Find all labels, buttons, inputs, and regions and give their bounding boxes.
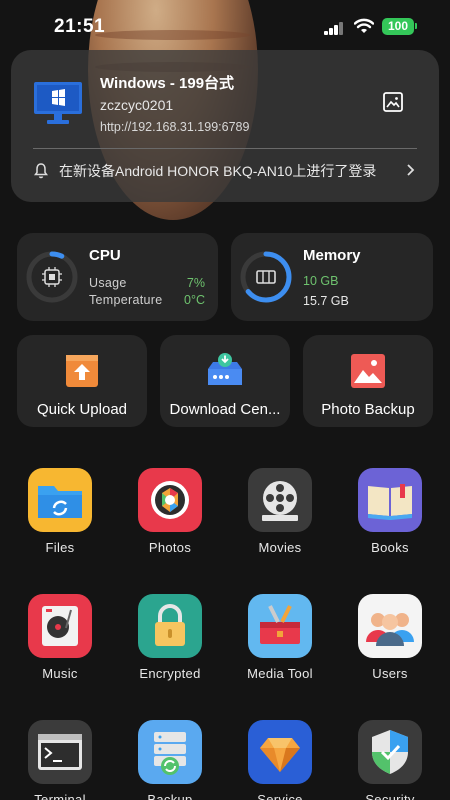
cpu-title: CPU bbox=[89, 247, 121, 264]
device-username: zczcyc0201 bbox=[100, 97, 174, 113]
device-url[interactable]: http://192.168.31.199:6789 bbox=[100, 120, 249, 134]
app-users-label: Users bbox=[372, 666, 408, 681]
login-notice-row[interactable]: 在新设备Android HONOR BKQ-AN10上进行了登录 bbox=[33, 158, 417, 184]
app-terminal[interactable]: Terminal bbox=[10, 720, 110, 800]
chevron-right-icon[interactable] bbox=[405, 163, 415, 177]
login-notice-text: 在新设备Android HONOR BKQ-AN10上进行了登录 bbox=[59, 163, 377, 179]
status-time: 21:51 bbox=[54, 16, 106, 37]
quick-upload-label: Quick Upload bbox=[36, 401, 128, 418]
wifi-icon bbox=[354, 18, 374, 33]
bell-icon bbox=[34, 163, 48, 179]
service-icon bbox=[248, 720, 312, 784]
download-center-button[interactable]: Download Cen... bbox=[160, 335, 290, 427]
download-center-icon bbox=[208, 353, 242, 385]
memory-total-value: 15.7 GB bbox=[303, 294, 349, 308]
books-icon bbox=[358, 468, 422, 532]
memory-title: Memory bbox=[303, 247, 361, 264]
memory-card[interactable]: Memory 10 GB 15.7 GB bbox=[231, 233, 433, 321]
memory-usage-ring bbox=[240, 251, 292, 303]
photo-backup-label: Photo Backup bbox=[321, 401, 415, 418]
music-icon bbox=[28, 594, 92, 658]
app-encrypted-label: Encrypted bbox=[139, 666, 201, 681]
upload-icon bbox=[66, 355, 98, 387]
app-service-label: Service bbox=[257, 792, 303, 800]
app-movies[interactable]: Movies bbox=[230, 468, 330, 578]
cpu-usage-label: Usage bbox=[89, 276, 127, 290]
photo-backup-icon bbox=[351, 354, 385, 388]
media-tool-icon bbox=[248, 594, 312, 658]
cpu-temperature-value: 0°C bbox=[184, 293, 205, 307]
app-backup[interactable]: Backup bbox=[120, 720, 220, 800]
app-terminal-label: Terminal bbox=[34, 792, 86, 800]
cpu-card[interactable]: CPU Usage 7% Temperature 0°C bbox=[17, 233, 218, 321]
app-files[interactable]: Files bbox=[10, 468, 110, 578]
app-backup-label: Backup bbox=[147, 792, 193, 800]
app-music-label: Music bbox=[42, 666, 78, 681]
app-service[interactable]: Service bbox=[230, 720, 330, 800]
app-photos-label: Photos bbox=[148, 540, 192, 555]
app-users[interactable]: Users bbox=[340, 594, 440, 704]
terminal-icon bbox=[28, 720, 92, 784]
screenshot-icon[interactable] bbox=[381, 90, 405, 114]
movies-icon bbox=[248, 468, 312, 532]
status-bar: 21:51 100 bbox=[0, 0, 450, 52]
app-media-tool[interactable]: Media Tool bbox=[230, 594, 330, 704]
card-divider bbox=[33, 148, 417, 149]
files-icon bbox=[28, 468, 92, 532]
photo-backup-button[interactable]: Photo Backup bbox=[303, 335, 433, 427]
device-name: Windows - 199台式 bbox=[100, 75, 235, 92]
app-media-tool-label: Media Tool bbox=[247, 666, 313, 681]
app-movies-label: Movies bbox=[258, 540, 302, 555]
photos-icon bbox=[138, 468, 202, 532]
quick-upload-button[interactable]: Quick Upload bbox=[17, 335, 147, 427]
app-music[interactable]: Music bbox=[10, 594, 110, 704]
app-encrypted[interactable]: Encrypted bbox=[120, 594, 220, 704]
users-icon bbox=[358, 594, 422, 658]
app-security[interactable]: Security bbox=[340, 720, 440, 800]
app-files-label: Files bbox=[45, 540, 75, 555]
memory-stick-icon bbox=[256, 270, 276, 284]
battery-indicator: 100 bbox=[382, 18, 417, 35]
app-security-label: Security bbox=[365, 792, 415, 800]
app-books-label: Books bbox=[371, 540, 409, 555]
download-center-label: Download Cen... bbox=[169, 401, 281, 418]
app-books[interactable]: Books bbox=[340, 468, 440, 578]
app-photos[interactable]: Photos bbox=[120, 468, 220, 578]
encrypted-icon bbox=[138, 594, 202, 658]
security-icon bbox=[358, 720, 422, 784]
cpu-temperature-label: Temperature bbox=[89, 293, 163, 307]
chip-icon bbox=[42, 267, 62, 287]
cpu-usage-value: 7% bbox=[186, 276, 205, 290]
windows-monitor-icon bbox=[34, 82, 82, 124]
backup-icon bbox=[138, 720, 202, 784]
cellular-signal-icon bbox=[324, 22, 344, 35]
cpu-usage-ring bbox=[26, 251, 78, 303]
memory-used-value: 10 GB bbox=[303, 274, 339, 288]
device-card[interactable]: Windows - 199台式 zczcyc0201 http://192.16… bbox=[11, 50, 439, 202]
